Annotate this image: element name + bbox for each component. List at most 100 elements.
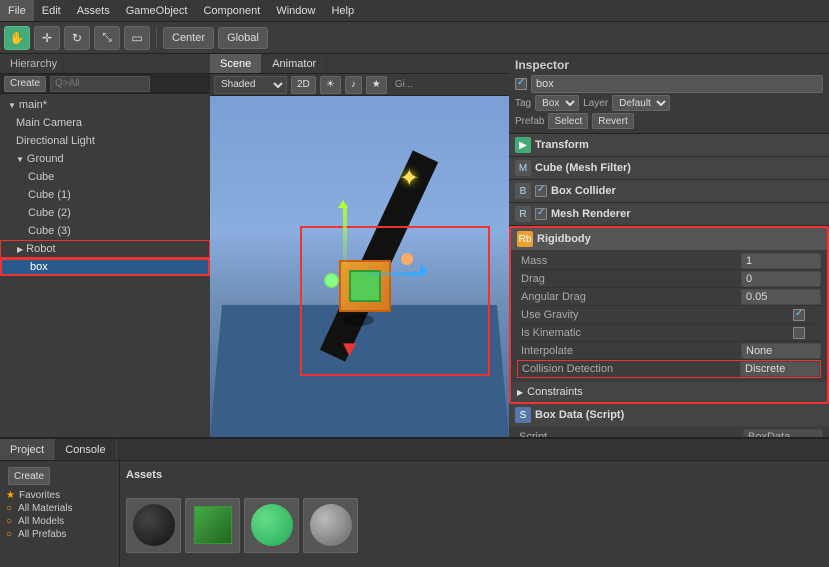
menu-assets[interactable]: Assets xyxy=(69,0,118,21)
constraints-label: Constraints xyxy=(527,386,583,398)
prop-collision-detection-value[interactable]: Discrete xyxy=(740,361,820,377)
hierarchy-panel: Hierarchy Create ▼ main* Main Camera Dir… xyxy=(0,54,210,437)
asset-thumb-3[interactable] xyxy=(303,498,358,553)
fav-all-materials[interactable]: ○ All Materials xyxy=(4,502,115,515)
mesh-renderer-checkbox[interactable] xyxy=(535,208,547,220)
prop-script-value[interactable]: BoxData xyxy=(743,429,823,438)
shading-select[interactable]: Shaded Wireframe xyxy=(214,76,287,94)
hierarchy-item-main-camera[interactable]: Main Camera xyxy=(0,114,210,132)
asset-cube-1 xyxy=(194,506,232,544)
console-tab[interactable]: Console xyxy=(55,439,116,460)
hierarchy-item-cube[interactable]: Cube xyxy=(0,168,210,186)
prop-mass-value[interactable]: 1 xyxy=(741,253,821,269)
toolbar: ✋ ✛ ↻ ⤡ ▭ Center Global xyxy=(0,22,829,54)
hierarchy-item-main[interactable]: ▼ main* xyxy=(0,96,210,114)
transform-header[interactable]: ▶ Transform xyxy=(509,134,829,156)
obj-name-input[interactable] xyxy=(531,75,823,93)
hierarchy-item-cube1[interactable]: Cube (1) xyxy=(0,186,210,204)
hierarchy-item-box[interactable]: box xyxy=(0,258,210,276)
prop-mass: Mass 1 xyxy=(517,252,821,270)
mesh-renderer-header[interactable]: R Mesh Renderer xyxy=(509,203,829,225)
mesh-renderer-component: R Mesh Renderer xyxy=(509,203,829,226)
layer-label: Layer xyxy=(583,98,608,109)
tool-rotate[interactable]: ↻ xyxy=(64,26,90,50)
menu-help[interactable]: Help xyxy=(323,0,362,21)
asset-thumb-0[interactable] xyxy=(126,498,181,553)
hierarchy-item-label: Cube (2) xyxy=(28,207,71,219)
fav-all-models[interactable]: ○ All Models xyxy=(4,515,115,528)
asset-thumb-2[interactable] xyxy=(244,498,299,553)
menu-file[interactable]: File xyxy=(0,0,34,21)
asset-ball-3 xyxy=(310,504,352,546)
fav-icon: ○ xyxy=(6,516,12,527)
use-gravity-checkbox[interactable] xyxy=(793,309,805,321)
tool-move[interactable]: ✛ xyxy=(34,26,60,50)
tool-hand[interactable]: ✋ xyxy=(4,26,30,50)
animator-tab[interactable]: Animator xyxy=(262,54,327,73)
hierarchy-item-label: Cube xyxy=(28,171,54,183)
rigidbody-header[interactable]: Rb Rigidbody xyxy=(511,228,827,250)
hierarchy-item-label: Main Camera xyxy=(16,117,82,129)
rigidbody-body: Mass 1 Drag 0 Angular Drag 0.05 xyxy=(511,250,827,382)
fav-all-prefabs[interactable]: ○ All Prefabs xyxy=(4,528,115,541)
space-button[interactable]: Global xyxy=(218,27,268,49)
prop-is-kinematic: Is Kinematic xyxy=(517,324,821,342)
light-toggle[interactable]: ☀ xyxy=(320,76,341,94)
prop-drag-value[interactable]: 0 xyxy=(741,271,821,287)
is-kinematic-checkbox[interactable] xyxy=(793,327,805,339)
fx-toggle[interactable]: ★ xyxy=(366,76,387,94)
menu-gameobject[interactable]: GameObject xyxy=(118,0,196,21)
hierarchy-item-label: Directional Light xyxy=(16,135,95,147)
asset-thumb-1[interactable] xyxy=(185,498,240,553)
tag-select[interactable]: Box xyxy=(535,95,579,111)
2d-button[interactable]: 2D xyxy=(291,76,316,94)
hierarchy-item-dir-light[interactable]: Directional Light xyxy=(0,132,210,150)
obj-enabled-checkbox[interactable] xyxy=(515,78,527,90)
menu-edit[interactable]: Edit xyxy=(34,0,69,21)
fav-icon: ○ xyxy=(6,529,12,540)
pivot-button[interactable]: Center xyxy=(163,27,214,49)
hierarchy-search-input[interactable] xyxy=(50,76,150,92)
hierarchy-item-cube3[interactable]: Cube (3) xyxy=(0,222,210,240)
select-btn[interactable]: Select xyxy=(548,113,588,129)
revert-btn[interactable]: Revert xyxy=(592,113,633,129)
transform-component: ▶ Transform xyxy=(509,134,829,157)
rigidbody-component: Rb Rigidbody Mass 1 Drag 0 xyxy=(509,226,829,404)
hierarchy-tab[interactable]: Hierarchy xyxy=(4,54,64,73)
transform-title: Transform xyxy=(535,139,823,151)
transform-icon: ▶ xyxy=(515,137,531,153)
constraints-header[interactable]: ▶ Constraints xyxy=(511,382,827,402)
project-tab[interactable]: Project xyxy=(0,439,55,460)
box-data-header[interactable]: S Box Data (Script) xyxy=(509,404,829,426)
hierarchy-item-ground[interactable]: ▼ Ground xyxy=(0,150,210,168)
box-collider-icon: B xyxy=(515,183,531,199)
tool-rect[interactable]: ▭ xyxy=(124,26,150,50)
box-collider-checkbox[interactable] xyxy=(535,185,547,197)
box-collider-header[interactable]: B Box Collider xyxy=(509,180,829,202)
box-collider-component: B Box Collider xyxy=(509,180,829,203)
prop-angular-drag-label: Angular Drag xyxy=(517,291,741,303)
hierarchy-item-robot[interactable]: ▶ Robot xyxy=(0,240,210,258)
favorites-header[interactable]: ★ Favorites xyxy=(4,489,115,502)
mesh-filter-title: Cube (Mesh Filter) xyxy=(535,162,823,174)
scene-viewport[interactable]: ✦ ▼ xyxy=(210,96,509,437)
rigidbody-title: Rigidbody xyxy=(537,233,821,245)
mesh-filter-header[interactable]: M Cube (Mesh Filter) xyxy=(509,157,829,179)
box-collider-title: Box Collider xyxy=(551,185,823,197)
prefab-row: Prefab Select Revert xyxy=(515,113,823,129)
menu-window[interactable]: Window xyxy=(268,0,323,21)
layer-select[interactable]: Default xyxy=(612,95,670,111)
menu-component[interactable]: Component xyxy=(195,0,268,21)
hierarchy-item-cube2[interactable]: Cube (2) xyxy=(0,204,210,222)
hierarchy-create-btn[interactable]: Create xyxy=(4,76,46,92)
rigidbody-icon: Rb xyxy=(517,231,533,247)
shadow xyxy=(342,314,374,326)
audio-toggle[interactable]: ♪ xyxy=(345,76,362,94)
project-tabs: Project Console xyxy=(0,439,829,461)
project-create-btn[interactable]: Create xyxy=(8,467,50,485)
prop-interpolate-value[interactable]: None xyxy=(741,343,821,359)
prop-angular-drag-value[interactable]: 0.05 xyxy=(741,289,821,305)
scene-tab[interactable]: Scene xyxy=(210,54,262,73)
tool-scale[interactable]: ⤡ xyxy=(94,26,120,50)
project-area: Project Console Create ★ Favorites ○ All… xyxy=(0,437,829,567)
